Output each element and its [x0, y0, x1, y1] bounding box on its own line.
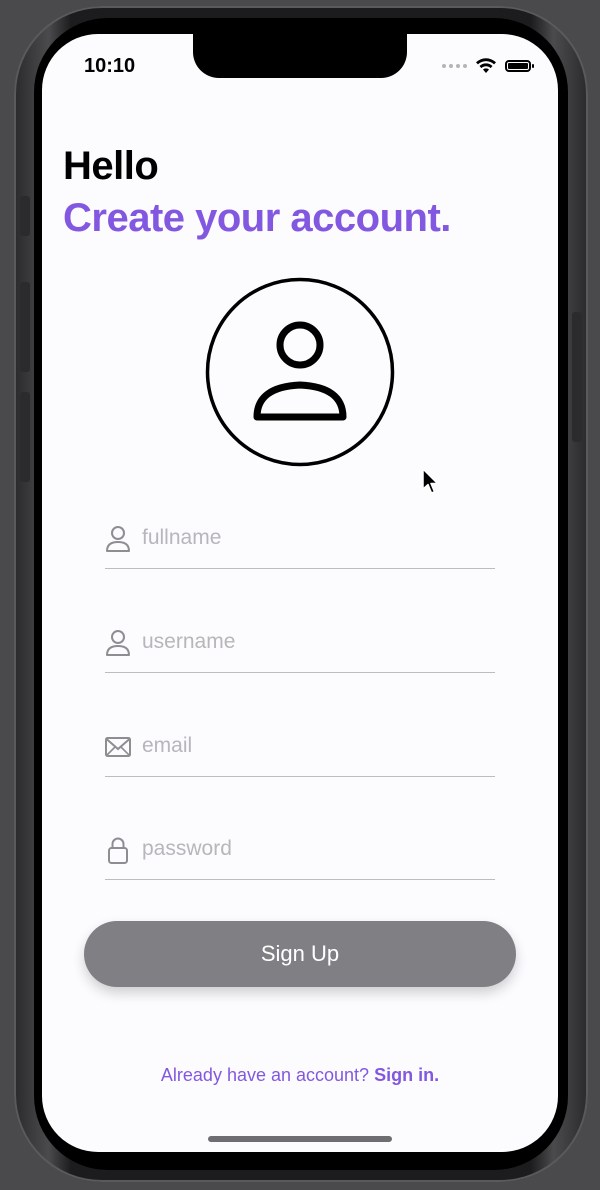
wifi-icon — [476, 58, 496, 73]
username-field[interactable]: username — [105, 616, 495, 673]
email-field[interactable]: email — [105, 720, 495, 777]
volume-up-button — [20, 282, 30, 372]
person-icon — [106, 630, 130, 656]
sign-up-button[interactable]: Sign Up — [84, 921, 516, 987]
battery-icon — [505, 60, 534, 72]
username-placeholder: username — [142, 630, 236, 653]
signal-icon — [442, 64, 467, 68]
status-icons — [442, 58, 534, 74]
sign-in-link[interactable]: Sign in. — [374, 1065, 439, 1085]
mouse-cursor-icon — [422, 468, 439, 494]
password-field[interactable]: password — [105, 823, 495, 880]
fullname-field[interactable]: fullname — [105, 512, 495, 569]
page-headline: Create your account. — [63, 196, 451, 240]
mute-switch — [20, 196, 30, 236]
envelope-icon — [105, 737, 131, 757]
notch — [193, 34, 407, 78]
volume-down-button — [20, 392, 30, 482]
fullname-placeholder: fullname — [142, 526, 222, 549]
sign-in-prompt: Already have an account? Sign in. — [42, 1065, 558, 1086]
sign-up-label: Sign Up — [260, 941, 340, 966]
user-avatar-icon — [205, 277, 395, 467]
avatar-picker[interactable] — [205, 277, 395, 467]
home-indicator[interactable] — [208, 1136, 392, 1142]
sign-in-prompt-text: Already have an account? — [160, 1065, 370, 1085]
app-screen: 10:10 Hello Create your account. fullnam… — [42, 34, 558, 1152]
password-placeholder: password — [142, 837, 232, 860]
email-placeholder: email — [142, 734, 193, 757]
greeting-title: Hello — [63, 144, 159, 188]
lock-icon — [108, 837, 128, 864]
person-icon — [106, 526, 130, 552]
status-time: 10:10 — [84, 55, 136, 77]
power-button — [572, 312, 582, 442]
